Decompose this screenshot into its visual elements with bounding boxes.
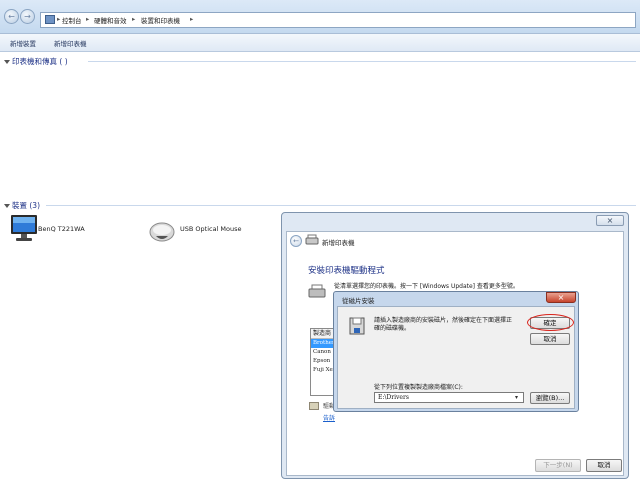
device-label: BenQ T221WA [38,225,85,233]
wizard-heading: 安裝印表機驅動程式 [308,266,385,276]
dialog-title: 從磁片安裝 [342,297,375,305]
path-combobox[interactable]: E:\Drivers ▾ [374,392,524,403]
printer-icon [308,284,326,298]
dialog-body: 請插入製造廠商的安裝磁片，然後確定在下面選擇正確的磁碟機。 確定 取消 從下列位… [337,306,575,409]
divider [88,61,636,62]
address-bar-area: ← → ▸ 控制台 ▸ 硬體和音效 ▸ 裝置和印表機 ▸ [0,0,640,34]
back-button[interactable]: ← [4,9,19,24]
chevron-down-icon[interactable]: ▾ [515,394,518,401]
close-icon[interactable]: × [596,215,624,226]
forward-button[interactable]: → [20,9,35,24]
control-panel-icon [45,15,55,24]
wizard-instruction: 從清單選擇您的印表機。按一下 [Windows Update] 查看更多型號。 [334,283,519,290]
disk-install-icon [349,317,365,335]
device-item-mouse[interactable]: USB Optical Mouse [148,218,258,244]
path-value: E:\Drivers [378,394,409,401]
signed-driver-icon [309,402,319,410]
device-label: USB Optical Mouse [180,225,242,233]
chevron-right-icon: ▸ [86,15,90,23]
add-device-button[interactable]: 新增裝置 [10,38,36,48]
browse-button[interactable]: 瀏覽(B)... [530,392,570,404]
wizard-title: 新增印表機 [322,239,355,247]
chevron-right-icon: ▸ [190,15,194,23]
breadcrumb-hardware-sound[interactable]: 硬體和音效 [94,15,127,25]
driver-signing-link[interactable]: 告訴 [323,413,335,422]
breadcrumb-devices-printers[interactable]: 裝置和印表機 [141,15,180,25]
collapse-arrow-icon[interactable] [4,60,10,64]
add-printer-button[interactable]: 新增印表機 [54,38,87,48]
dialog-message: 請插入製造廠商的安裝磁片，然後確定在下面選擇正確的磁碟機。 [374,317,513,332]
device-item-monitor[interactable]: BenQ T221WA [8,214,128,244]
close-button[interactable]: × [546,292,576,303]
highlight-circle [527,314,574,331]
chevron-right-icon: ▸ [57,15,61,23]
monitor-icon [11,215,37,241]
mouse-icon [149,222,175,242]
printers-group-heading: 印表機和傳真 ( ) [12,57,68,66]
back-button[interactable]: ← [290,235,302,247]
devices-group-heading: 裝置 (3) [12,201,41,210]
chevron-right-icon: ▸ [132,15,136,23]
cancel-button[interactable]: 取消 [530,333,570,345]
address-bar[interactable]: ▸ 控制台 ▸ 硬體和音效 ▸ 裝置和印表機 ▸ [40,12,636,28]
toolbar: 新增裝置 新增印表機 [0,34,640,52]
install-from-disk-dialog: 從磁片安裝 × 請插入製造廠商的安裝磁片，然後確定在下面選擇正確的磁碟機。 確定… [333,291,579,412]
printer-icon [305,234,319,245]
copy-from-label: 從下列位置複製製造廠商檔案(C): [374,384,463,391]
next-button[interactable]: 下一步(N) [535,459,581,472]
collapse-arrow-icon[interactable] [4,204,10,208]
breadcrumb-control-panel[interactable]: 控制台 [62,15,82,25]
divider [46,205,636,206]
cancel-button[interactable]: 取消 [586,459,622,472]
